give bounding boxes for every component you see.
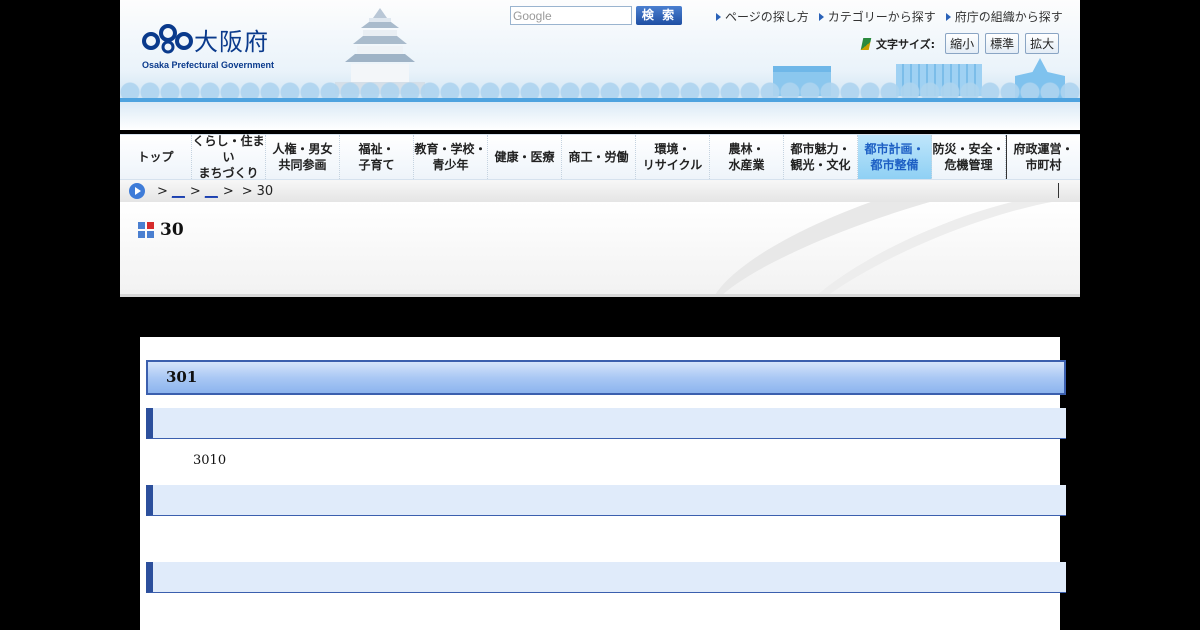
top-link-label: カテゴリーから探す (827, 10, 936, 24)
site-logo[interactable]: 大阪府 Osaka Prefectural Government (142, 20, 302, 72)
breadcrumb: > __ > __ > > 30 (120, 180, 1080, 202)
logo-text: 大阪府 (194, 28, 269, 56)
arrow-icon (716, 12, 721, 21)
main-content: 301 3010 (140, 337, 1066, 630)
breadcrumb-divider (1058, 183, 1059, 198)
nav-item-commerce[interactable]: 商工・労働 (562, 135, 636, 179)
global-nav: トップ くらし・住まい まちづくり 人権・男女 共同参画 福祉・ 子育て 教育・… (120, 134, 1080, 180)
arrow-icon (818, 12, 824, 21)
nav-item-living[interactable]: くらし・住まい まちづくり (192, 134, 266, 180)
breadcrumb-separator: > (157, 183, 168, 199)
breadcrumb-current: 30 (256, 183, 274, 199)
font-size-controls: 文字サイズ: 縮小 標準 拡大 (860, 33, 1060, 54)
nav-item-agriculture[interactable]: 農林・ 水産業 (710, 135, 784, 179)
nav-item-top[interactable]: トップ (120, 135, 192, 179)
nav-item-culture[interactable]: 都市魅力・ 観光・文化 (784, 135, 858, 179)
header-band (120, 102, 1080, 130)
top-link-label: ページの探し方 (725, 10, 809, 24)
font-size-label: 文字サイズ: (876, 37, 936, 51)
nav-item-disaster[interactable]: 防災・安全・ 危機管理 (932, 135, 1006, 179)
title-area: 30 (120, 202, 1080, 297)
subsection-heading (146, 485, 1066, 516)
font-size-standard-button[interactable]: 標準 (985, 33, 1020, 54)
nav-item-human-rights[interactable]: 人権・男女 共同参画 (266, 135, 340, 179)
nav-item-environment[interactable]: 環境・ リサイクル (636, 135, 710, 179)
breadcrumb-link[interactable]: __ (205, 184, 219, 199)
nav-item-welfare[interactable]: 福祉・ 子育て (340, 135, 414, 179)
section-heading: 301 (146, 360, 1066, 395)
font-size-smaller-button[interactable]: 縮小 (945, 33, 980, 54)
breadcrumb-separator: > (241, 183, 253, 199)
nav-item-administration[interactable]: 府政運営・ 市町村 (1006, 135, 1080, 179)
top-link-label: 府庁の組織から探す (954, 10, 1063, 24)
page-title: 30 (160, 220, 184, 240)
play-circle-icon (129, 183, 145, 199)
link-find-by-category[interactable]: カテゴリーから探す (818, 8, 936, 25)
nav-item-health[interactable]: 健康・医療 (488, 135, 562, 179)
breadcrumb-link[interactable]: __ (172, 184, 186, 199)
link-how-to-find-pages[interactable]: ページの探し方 (716, 8, 809, 25)
subsection-heading (146, 562, 1066, 593)
body-text: 3010 (193, 453, 227, 468)
nav-item-education[interactable]: 教育・学校・ 青少年 (414, 135, 488, 179)
link-find-by-organization[interactable]: 府庁の組織から探す (945, 8, 1063, 25)
pencil-icon (860, 37, 872, 50)
page: 大阪府 Osaka Prefectural Government Google … (0, 0, 1200, 630)
arrow-icon (945, 12, 951, 21)
search-input[interactable]: Google (510, 6, 632, 25)
osaka-logo-icon (142, 24, 193, 54)
breadcrumb-separator: > (189, 183, 201, 199)
breadcrumb-separator: > (222, 183, 234, 199)
search-button[interactable]: 検 索 (636, 6, 682, 25)
site-header: 大阪府 Osaka Prefectural Government Google … (120, 0, 1080, 130)
subsection-heading (146, 408, 1066, 439)
top-links: ページの探し方 カテゴリーから探す 府庁の組織から探す (716, 8, 1063, 25)
nav-item-city-planning[interactable]: 都市計画・ 都市整備 (858, 135, 932, 179)
font-size-larger-button[interactable]: 拡大 (1025, 33, 1060, 54)
logo-subtitle: Osaka Prefectural Government (142, 60, 275, 70)
squares-icon (138, 222, 154, 238)
